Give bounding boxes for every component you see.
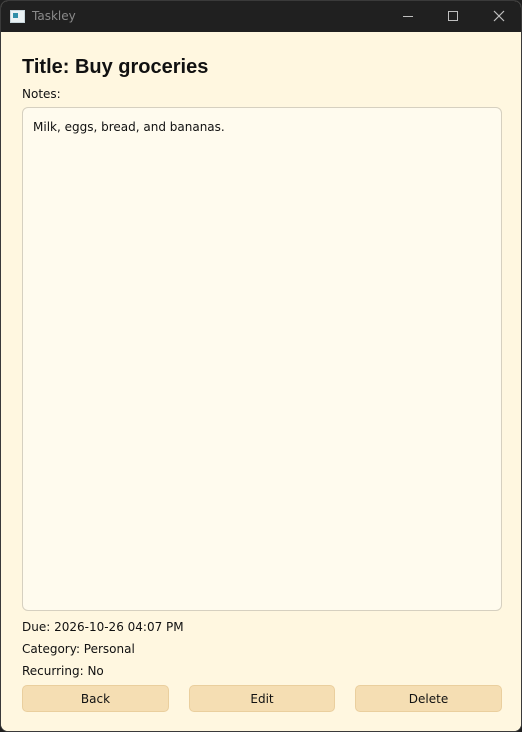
recurring: Recurring: No xyxy=(22,664,104,678)
minimize-icon xyxy=(403,16,413,17)
close-button[interactable] xyxy=(476,1,521,32)
window-title: Taskley xyxy=(32,9,76,23)
title-bar[interactable]: Taskley xyxy=(1,1,521,32)
notes-label: Notes: xyxy=(22,87,61,101)
app-window: Taskley Title: Buy groceries Notes: Milk… xyxy=(0,0,522,732)
edit-button[interactable]: Edit xyxy=(189,685,335,712)
task-detail-view: Title: Buy groceries Notes: Milk, eggs, … xyxy=(1,32,521,731)
delete-button[interactable]: Delete xyxy=(355,685,502,712)
maximize-button[interactable] xyxy=(430,1,476,32)
maximize-icon xyxy=(448,11,458,21)
task-title: Title: Buy groceries xyxy=(22,56,209,78)
category: Category: Personal xyxy=(22,642,135,656)
minimize-button[interactable] xyxy=(384,1,430,32)
due-date: Due: 2026-10-26 04:07 PM xyxy=(22,620,184,634)
back-button[interactable]: Back xyxy=(22,685,169,712)
close-icon xyxy=(493,10,505,22)
notes-textarea[interactable]: Milk, eggs, bread, and bananas. xyxy=(22,107,502,611)
notes-text: Milk, eggs, bread, and bananas. xyxy=(33,120,225,134)
app-icon xyxy=(10,10,25,23)
